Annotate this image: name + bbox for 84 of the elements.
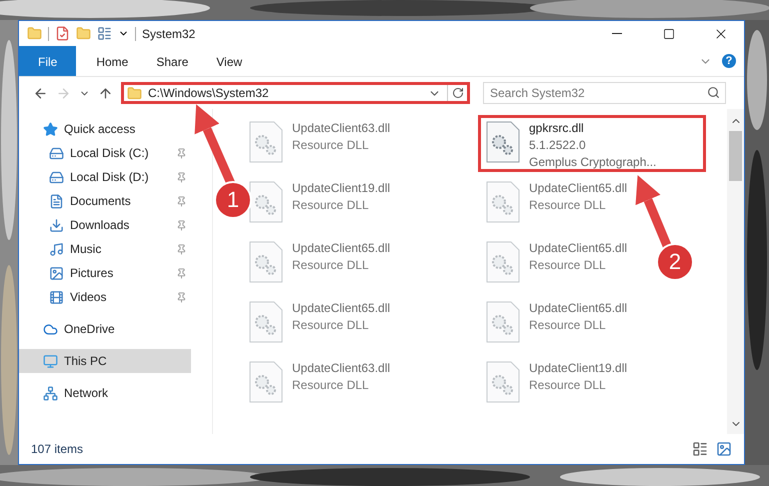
minimize-icon: [612, 33, 622, 34]
item-count: 107 items: [31, 442, 84, 456]
sidebar-item[interactable]: Pictures: [19, 261, 191, 285]
help-button[interactable]: ?: [722, 54, 736, 68]
address-bar[interactable]: C:\Windows\System32: [121, 82, 470, 104]
gear-file-icon: [485, 360, 521, 404]
scrollbar[interactable]: [727, 109, 744, 434]
callout-number: 1: [216, 183, 250, 217]
sidebar-item[interactable]: Network: [19, 381, 191, 405]
file-name[interactable]: UpdateClient65.dll: [529, 240, 628, 257]
file-name[interactable]: UpdateClient63.dll: [292, 120, 390, 137]
file-detail: Resource DLL: [292, 197, 370, 214]
file-detail: Resource DLL: [529, 317, 607, 334]
file-name[interactable]: UpdateClient65.dll: [529, 300, 628, 317]
gear-file-icon: [248, 360, 284, 404]
file-name[interactable]: UpdateClient63.dll: [292, 360, 390, 377]
customize-icon[interactable]: [97, 26, 112, 41]
details-view-icon[interactable]: [692, 441, 708, 457]
sidebar-icon: [43, 386, 58, 400]
sidebar-icon: [49, 266, 64, 280]
file-name[interactable]: UpdateClient65.dll: [292, 300, 390, 317]
sidebar-icon: [49, 170, 64, 184]
pin-icon[interactable]: [176, 244, 187, 254]
sidebar-icon: [49, 242, 64, 256]
sidebar-item[interactable]: Videos: [19, 285, 191, 309]
sidebar-item[interactable]: OneDrive: [19, 317, 191, 341]
sidebar-item[interactable]: This PC: [19, 349, 191, 373]
sidebar-item[interactable]: Downloads: [19, 213, 191, 237]
maximize-icon: [663, 28, 675, 40]
file-item[interactable]: gpkrsrc.dll 5.1.2522.0 Gemplus Cryptograph...: [478, 115, 706, 172]
file-tab[interactable]: File: [19, 46, 76, 76]
pin-icon[interactable]: [176, 220, 187, 230]
pin-icon[interactable]: [176, 292, 187, 302]
gear-file-icon: [485, 120, 521, 164]
file-name[interactable]: UpdateClient19.dll: [529, 360, 628, 377]
file-detail: Resource DLL: [292, 377, 370, 394]
refresh-icon: [452, 87, 464, 99]
sidebar-icon: [43, 322, 58, 336]
sidebar-icon: [49, 146, 64, 160]
new-folder-icon[interactable]: [76, 26, 91, 41]
pin-icon[interactable]: [176, 196, 187, 206]
sidebar-icon: [43, 122, 58, 136]
file-name[interactable]: UpdateClient65.dll: [529, 180, 628, 197]
callout-number: 2: [658, 245, 692, 279]
file-name[interactable]: UpdateClient19.dll: [292, 180, 390, 197]
properties-icon[interactable]: [55, 26, 70, 41]
pin-icon[interactable]: [176, 268, 187, 278]
large-icons-view-icon[interactable]: [716, 441, 732, 457]
file-name[interactable]: UpdateClient65.dll: [292, 240, 390, 257]
file-detail: 5.1.2522.0: [529, 137, 587, 154]
sidebar-item[interactable]: Documents: [19, 189, 191, 213]
sidebar-icon: [43, 354, 58, 368]
gear-file-icon: [248, 180, 284, 224]
sidebar-item[interactable]: Local Disk (C:): [19, 141, 191, 165]
sidebar-icon: [49, 194, 64, 208]
file-detail: Resource DLL: [529, 377, 607, 394]
scroll-thumb[interactable]: [729, 131, 742, 181]
folder-icon: [127, 86, 142, 100]
pin-icon[interactable]: [176, 172, 187, 182]
search-field[interactable]: Search System32: [483, 82, 726, 104]
gear-file-icon: [485, 180, 521, 224]
gear-file-icon: [485, 300, 521, 344]
window-title: System32: [142, 26, 196, 40]
sidebar-item[interactable]: Music: [19, 237, 191, 261]
sidebar-item[interactable]: Local Disk (D:): [19, 165, 191, 189]
sidebar-icon: [49, 290, 64, 304]
forward-arrow-icon: [56, 86, 71, 100]
file-detail: Gemplus Cryptograph...: [529, 154, 656, 171]
file-detail: Resource DLL: [529, 197, 607, 214]
search-icon: [707, 86, 720, 99]
file-detail: Resource DLL: [292, 137, 370, 154]
sidebar-item[interactable]: Quick access: [19, 117, 191, 141]
sidebar-icon: [49, 218, 64, 232]
gear-file-icon: [248, 120, 284, 164]
address-path: C:\Windows\System32: [148, 86, 270, 100]
gear-file-icon: [485, 240, 521, 284]
gear-file-icon: [248, 300, 284, 344]
file-detail: Resource DLL: [292, 317, 370, 334]
file-detail: Resource DLL: [292, 257, 370, 274]
folder-icon[interactable]: [27, 26, 42, 41]
file-detail: Resource DLL: [529, 257, 607, 274]
gear-file-icon: [248, 240, 284, 284]
file-name[interactable]: gpkrsrc.dll: [529, 120, 656, 137]
pin-icon[interactable]: [176, 148, 187, 158]
